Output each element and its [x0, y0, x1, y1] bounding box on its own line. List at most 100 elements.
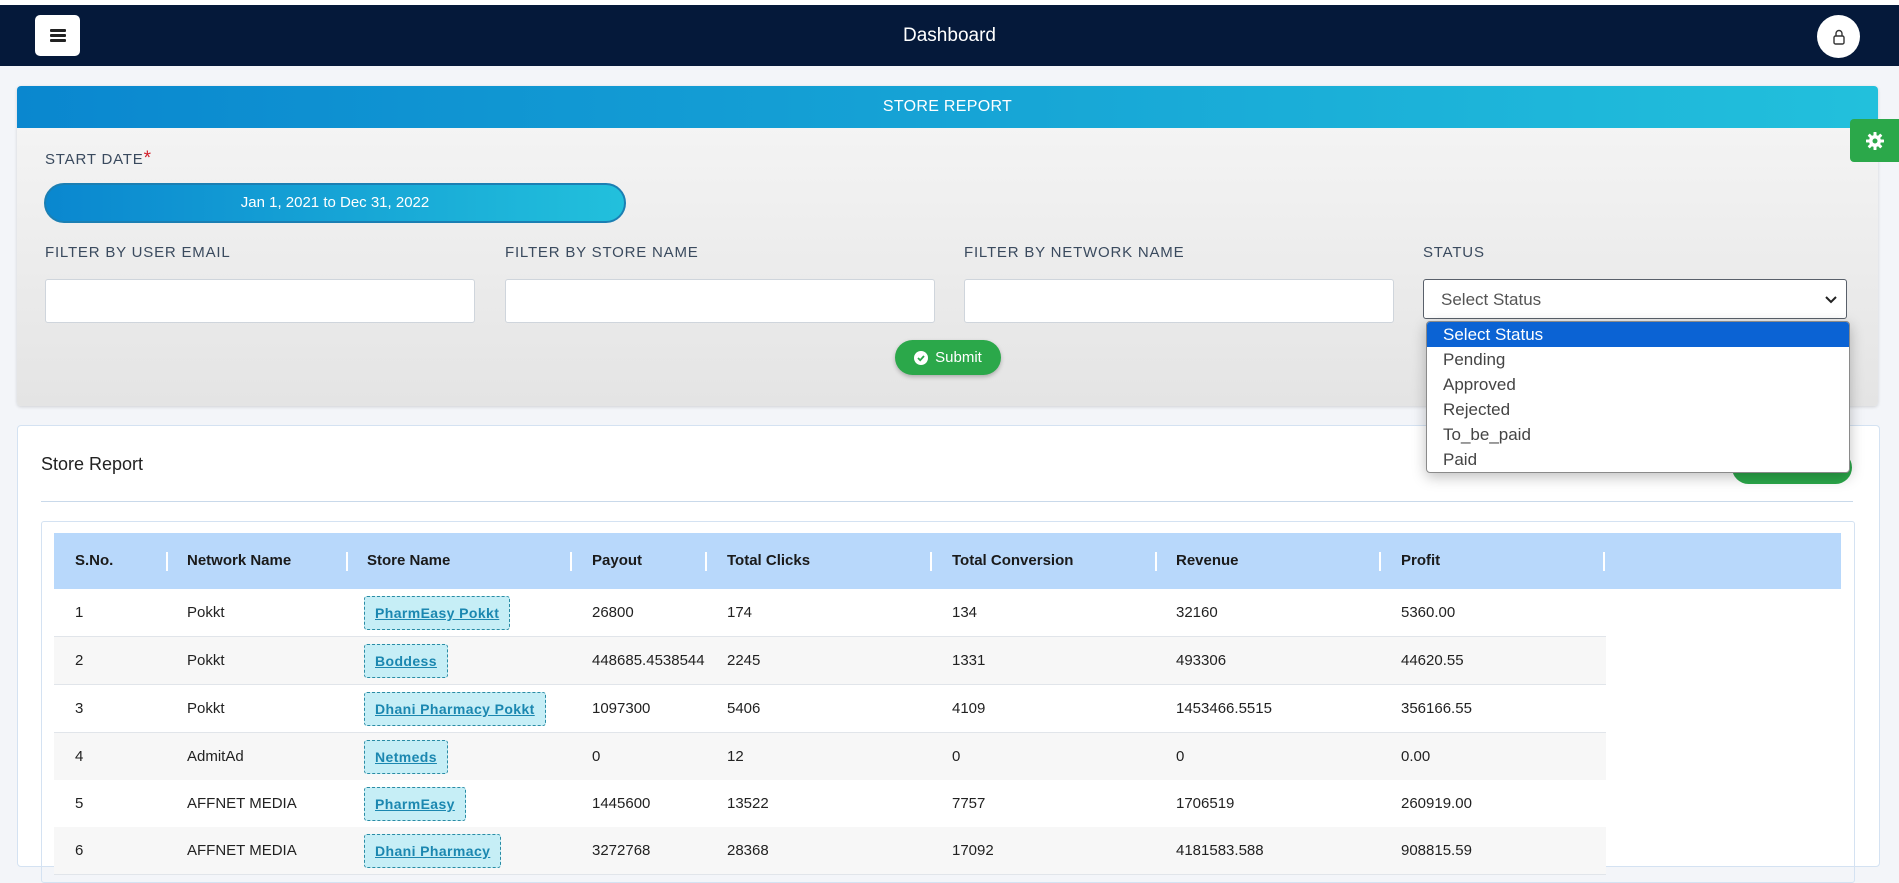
required-mark: * — [143, 148, 152, 169]
cell-conversion: 4109 — [952, 700, 986, 717]
cell-clicks: 28368 — [727, 842, 769, 859]
network-name-label: FILTER BY NETWORK NAME — [964, 244, 1185, 261]
store-link[interactable]: PharmEasy — [364, 787, 466, 821]
column-header[interactable]: Store Name — [367, 533, 450, 589]
cell-sno: 6 — [75, 842, 84, 859]
settings-toggle[interactable] — [1850, 119, 1899, 162]
cell-conversion: 134 — [952, 604, 978, 621]
cell-revenue: 4181583.588 — [1176, 842, 1264, 859]
cell-sno: 2 — [75, 652, 84, 669]
cell-sno: 4 — [75, 748, 84, 765]
start-date-label: START DATE* — [45, 148, 152, 170]
store-link[interactable]: PharmEasy Pokkt — [364, 596, 511, 630]
cell-clicks: 12 — [727, 748, 744, 765]
top-navbar: Dashboard — [0, 5, 1899, 66]
cell-profit: 356166.55 — [1401, 700, 1472, 717]
store-name-input[interactable] — [505, 279, 935, 323]
table-row: 3 Pokkt Dhani Pharmacy Pokkt 1097300 540… — [54, 685, 1606, 733]
cell-payout: 26800 — [592, 604, 634, 621]
report-title: Store Report — [41, 454, 144, 474]
cell-clicks: 13522 — [727, 795, 769, 812]
user-profile-button[interactable] — [1817, 15, 1860, 58]
cell-conversion: 17092 — [952, 842, 994, 859]
cell-profit: 260919.00 — [1401, 795, 1472, 812]
status-option[interactable]: Pending — [1427, 347, 1849, 372]
cell-network: Pokkt — [187, 652, 225, 669]
filter-panel-header: STORE REPORT — [17, 86, 1878, 128]
column-header[interactable]: Profit — [1401, 533, 1440, 589]
report-divider — [41, 501, 1853, 502]
cell-network: Pokkt — [187, 700, 225, 717]
status-option[interactable]: To_be_paid — [1427, 422, 1849, 447]
cell-clicks: 174 — [727, 604, 753, 621]
cell-revenue: 1453466.5515 — [1176, 700, 1272, 717]
cell-conversion: 1331 — [952, 652, 986, 669]
store-link[interactable]: Netmeds — [364, 740, 448, 774]
store-link[interactable]: Boddess — [364, 644, 448, 678]
status-dropdown-menu: Select Status Pending Approved Rejected … — [1426, 321, 1850, 473]
column-header[interactable]: Revenue — [1176, 533, 1239, 589]
page-title: Dashboard — [903, 25, 996, 46]
cell-payout: 0 — [592, 748, 601, 765]
user-email-input[interactable] — [45, 279, 475, 323]
table-row: 6 AFFNET MEDIA Dhani Pharmacy 3272768 28… — [54, 827, 1606, 875]
column-header[interactable]: Network Name — [187, 533, 291, 589]
column-resizer[interactable] — [1603, 552, 1605, 571]
cell-network: Pokkt — [187, 604, 225, 621]
cell-network: AFFNET MEDIA — [187, 842, 297, 859]
status-option[interactable]: Rejected — [1427, 397, 1849, 422]
network-name-input[interactable] — [964, 279, 1394, 323]
cell-profit: 5360.00 — [1401, 604, 1456, 621]
table-row: 2 Pokkt Boddess 448685.4538544 2245 1331… — [54, 637, 1606, 685]
column-header[interactable]: S.No. — [75, 533, 113, 589]
user-email-label: FILTER BY USER EMAIL — [45, 244, 231, 261]
table-header: S.No. Network Name Store Name Payout Tot… — [54, 533, 1841, 589]
date-range-picker[interactable]: Jan 1, 2021 to Dec 31, 2022 — [44, 183, 626, 223]
cell-network: AdmitAd — [187, 748, 244, 765]
cell-payout: 3272768 — [592, 842, 651, 859]
submit-label: Submit — [935, 349, 982, 366]
check-circle-icon — [914, 350, 929, 365]
status-label: STATUS — [1423, 244, 1485, 261]
status-select[interactable]: Select Status — [1423, 279, 1847, 319]
cell-payout: 1097300 — [592, 700, 651, 717]
column-header[interactable]: Total Conversion — [952, 533, 1073, 589]
column-resizer[interactable] — [1155, 552, 1157, 571]
cell-revenue: 0 — [1176, 748, 1185, 765]
cell-conversion: 0 — [952, 748, 961, 765]
cell-revenue: 1706519 — [1176, 795, 1235, 812]
start-date-label-text: START DATE — [45, 151, 144, 168]
status-option[interactable]: Select Status — [1427, 322, 1849, 347]
cell-profit: 44620.55 — [1401, 652, 1464, 669]
cell-profit: 0.00 — [1401, 748, 1431, 765]
cell-sno: 3 — [75, 700, 84, 717]
status-option[interactable]: Approved — [1427, 372, 1849, 397]
column-header[interactable]: Payout — [592, 533, 642, 589]
table-row: 4 AdmitAd Netmeds 0 12 0 0 0.00 — [54, 733, 1606, 781]
table-row: 1 Pokkt PharmEasy Pokkt 26800 174 134 32… — [54, 589, 1606, 637]
column-resizer[interactable] — [930, 552, 932, 571]
cell-revenue: 32160 — [1176, 604, 1218, 621]
store-name-label: FILTER BY STORE NAME — [505, 244, 699, 261]
cell-conversion: 7757 — [952, 795, 986, 812]
cell-revenue: 493306 — [1176, 652, 1227, 669]
cell-payout: 448685.4538544 — [592, 652, 705, 669]
column-resizer[interactable] — [346, 552, 348, 571]
column-resizer[interactable] — [1379, 552, 1381, 571]
cell-network: AFFNET MEDIA — [187, 795, 297, 812]
report-table: S.No. Network Name Store Name Payout Tot… — [41, 521, 1855, 883]
gear-icon — [1865, 131, 1884, 150]
column-header[interactable]: Total Clicks — [727, 533, 810, 589]
column-resizer[interactable] — [166, 552, 168, 571]
store-link[interactable]: Dhani Pharmacy Pokkt — [364, 692, 546, 726]
submit-button[interactable]: Submit — [895, 340, 1001, 375]
store-report-card: Store Report S.No. Network Name Store Na… — [17, 425, 1880, 883]
cell-profit: 908815.59 — [1401, 842, 1472, 859]
table-row: 5 AFFNET MEDIA PharmEasy 1445600 13522 7… — [54, 780, 1606, 828]
column-resizer[interactable] — [570, 552, 572, 571]
user-lock-icon — [1832, 29, 1845, 45]
cell-sno: 1 — [75, 604, 84, 621]
store-link[interactable]: Dhani Pharmacy — [364, 834, 502, 868]
status-option[interactable]: Paid — [1427, 447, 1849, 472]
column-resizer[interactable] — [705, 552, 707, 571]
